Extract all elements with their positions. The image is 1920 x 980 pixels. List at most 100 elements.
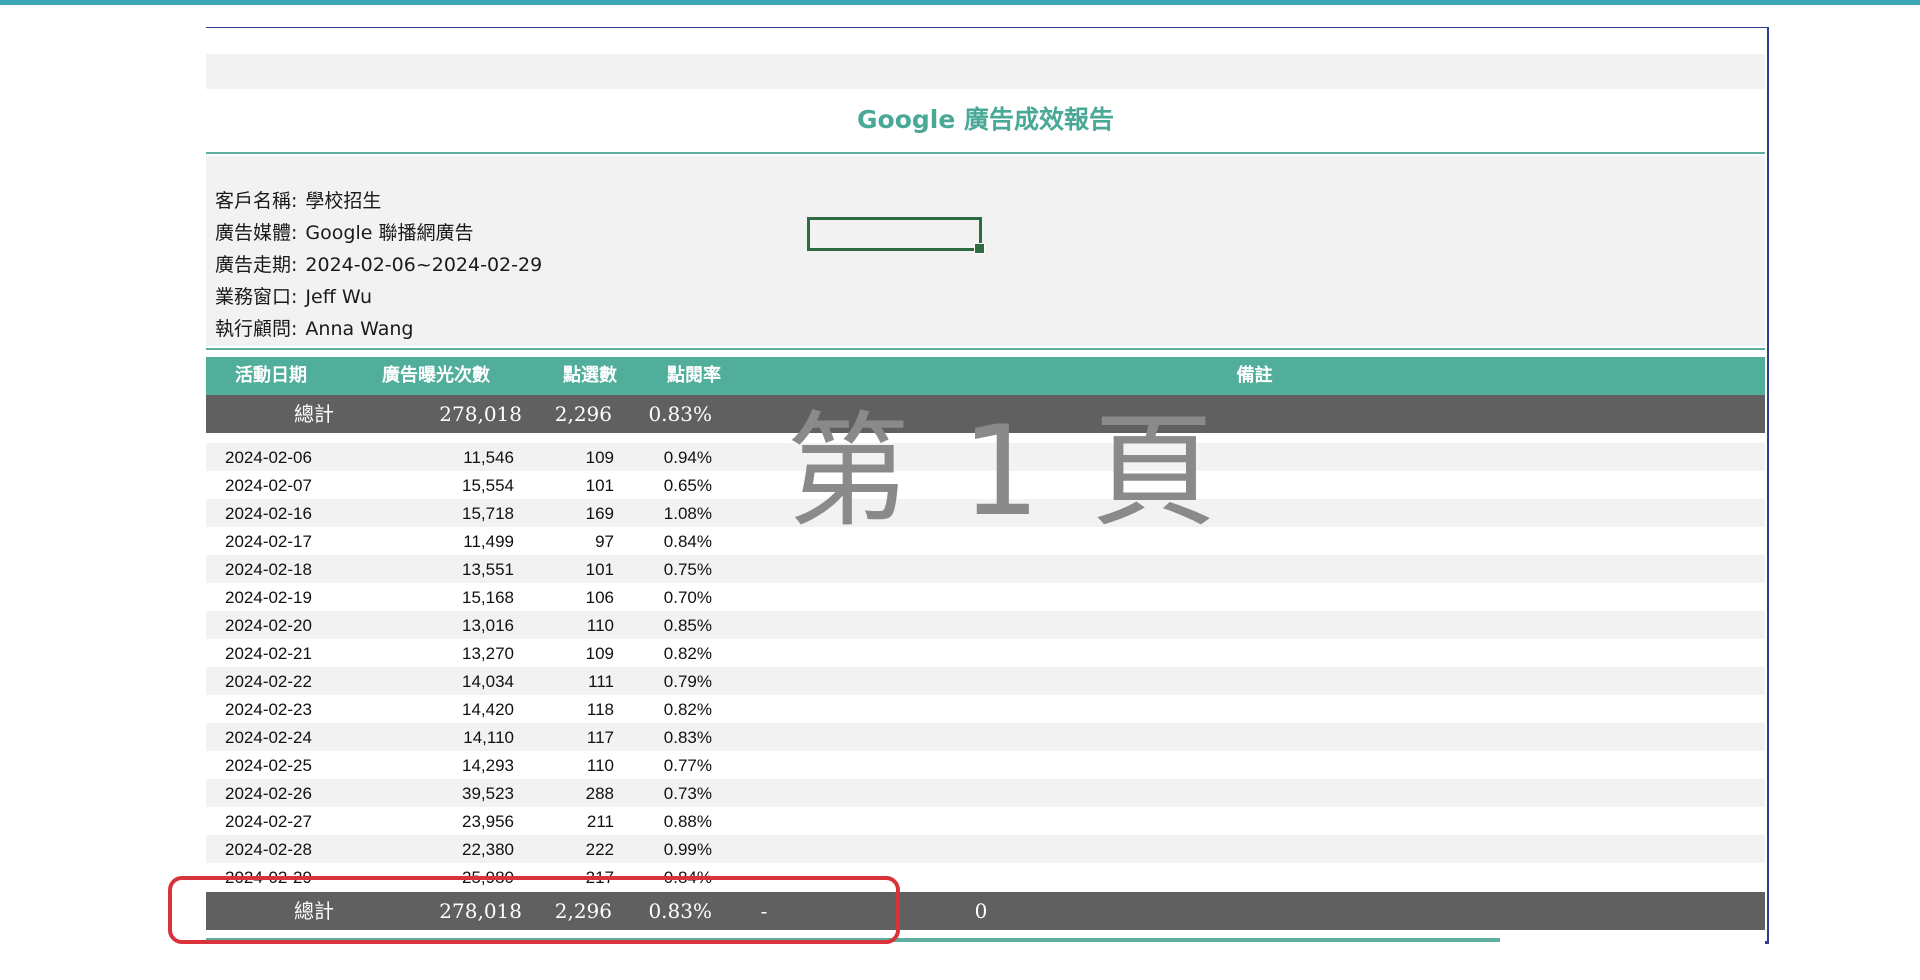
table-row[interactable]: 2024-02-20 13,016 110 0.85%	[206, 611, 1765, 639]
cell-ctr[interactable]: 0.79%	[614, 667, 712, 695]
cell-clicks[interactable]: 211	[514, 807, 614, 835]
table-row[interactable]: 2024-02-26 39,523 288 0.73%	[206, 779, 1765, 807]
cell-impressions[interactable]: 39,523	[346, 779, 514, 807]
header-clicks[interactable]: 點選數	[536, 357, 644, 395]
cell-ctr[interactable]: 0.73%	[614, 779, 712, 807]
table-row[interactable]: 2024-02-19 15,168 106 0.70%	[206, 583, 1765, 611]
cell-impressions[interactable]: 23,956	[346, 807, 514, 835]
total-clicks[interactable]: 2,296	[522, 395, 612, 433]
total-label[interactable]: 總計	[206, 395, 422, 433]
cell-date[interactable]: 2024-02-19	[225, 583, 345, 611]
cell-date[interactable]: 2024-02-26	[225, 779, 345, 807]
cell-date[interactable]: 2024-02-27	[225, 807, 345, 835]
cell-clicks[interactable]: 110	[514, 751, 614, 779]
info-value: Google 聯播網廣告	[305, 222, 474, 244]
table-row[interactable]: 2024-02-27 23,956 211 0.88%	[206, 807, 1765, 835]
cell-date[interactable]: 2024-02-22	[225, 667, 345, 695]
info-divider	[206, 348, 1765, 350]
total-impressions[interactable]: 278,018	[422, 395, 522, 433]
header-impressions[interactable]: 廣告曝光次數	[336, 357, 536, 395]
cell-ctr[interactable]: 0.75%	[614, 555, 712, 583]
blank-grey-band	[206, 54, 1765, 89]
cell-ctr[interactable]: 0.77%	[614, 751, 712, 779]
cell-ctr[interactable]: 0.70%	[614, 583, 712, 611]
cell-ctr[interactable]: 0.65%	[614, 471, 712, 499]
info-value: 學校招生	[305, 190, 382, 212]
cell-clicks[interactable]: 106	[514, 583, 614, 611]
cell-ctr[interactable]: 0.88%	[614, 807, 712, 835]
cell-date[interactable]: 2024-02-17	[225, 527, 345, 555]
cell-impressions[interactable]: 11,546	[346, 443, 514, 471]
cell-impressions[interactable]: 11,499	[346, 527, 514, 555]
header-date[interactable]: 活動日期	[206, 357, 336, 395]
cell-impressions[interactable]: 14,420	[346, 695, 514, 723]
cell-ctr[interactable]: 0.94%	[614, 443, 712, 471]
cell-ctr[interactable]: 0.84%	[614, 527, 712, 555]
cell-date[interactable]: 2024-02-20	[225, 611, 345, 639]
cell-impressions[interactable]: 14,034	[346, 667, 514, 695]
info-key: 廣告走期:	[215, 254, 298, 276]
cell-impressions[interactable]: 22,380	[346, 835, 514, 863]
title-divider	[206, 152, 1765, 154]
cell-impressions[interactable]: 13,016	[346, 611, 514, 639]
selected-cell[interactable]	[807, 217, 985, 254]
highlight-box	[168, 876, 900, 944]
cell-date[interactable]: 2024-02-16	[225, 499, 345, 527]
cell-date[interactable]: 2024-02-21	[225, 639, 345, 667]
cell-clicks[interactable]: 111	[514, 667, 614, 695]
info-row-period[interactable]: 廣告走期: 2024-02-06~2024-02-29	[215, 250, 542, 277]
info-row-media[interactable]: 廣告媒體: Google 聯播網廣告	[215, 218, 473, 245]
cell-impressions[interactable]: 15,554	[346, 471, 514, 499]
table-row[interactable]: 2024-02-18 13,551 101 0.75%	[206, 555, 1765, 583]
header-ctr[interactable]: 點閱率	[644, 357, 744, 395]
cell-ctr[interactable]: 0.82%	[614, 639, 712, 667]
cell-clicks[interactable]: 288	[514, 779, 614, 807]
cell-clicks[interactable]: 169	[514, 499, 614, 527]
cell-impressions[interactable]: 14,110	[346, 723, 514, 751]
cell-impressions[interactable]: 15,718	[346, 499, 514, 527]
cell-date[interactable]: 2024-02-18	[225, 555, 345, 583]
info-row-client[interactable]: 客戶名稱: 學校招生	[215, 186, 381, 213]
table-row[interactable]: 2024-02-22 14,034 111 0.79%	[206, 667, 1765, 695]
header-notes[interactable]: 備註	[744, 357, 1765, 395]
cell-date[interactable]: 2024-02-23	[225, 695, 345, 723]
client-info-block: 客戶名稱: 學校招生 廣告媒體: Google 聯播網廣告 廣告走期: 2024-02…	[206, 156, 1765, 346]
cell-date[interactable]: 2024-02-28	[225, 835, 345, 863]
table-row[interactable]: 2024-02-21 13,270 109 0.82%	[206, 639, 1765, 667]
spreadsheet-page[interactable]: Google 廣告成效報告 客戶名稱: 學校招生 廣告媒體: Google 聯播網廣…	[206, 28, 1767, 941]
cell-ctr[interactable]: 0.82%	[614, 695, 712, 723]
table-row[interactable]: 2024-02-28 22,380 222 0.99%	[206, 835, 1765, 863]
cell-clicks[interactable]: 97	[514, 527, 614, 555]
info-row-sales-contact[interactable]: 業務窗口: Jeff Wu	[215, 282, 372, 309]
cell-clicks[interactable]: 101	[514, 555, 614, 583]
cell-clicks[interactable]: 109	[514, 443, 614, 471]
cell-impressions[interactable]: 13,270	[346, 639, 514, 667]
table-row[interactable]: 2024-02-24 14,110 117 0.83%	[206, 723, 1765, 751]
cell-impressions[interactable]: 13,551	[346, 555, 514, 583]
cell-date[interactable]: 2024-02-06	[225, 443, 345, 471]
info-key: 執行顧問:	[215, 318, 298, 340]
cell-clicks[interactable]: 109	[514, 639, 614, 667]
cell-impressions[interactable]: 15,168	[346, 583, 514, 611]
cell-date[interactable]: 2024-02-24	[225, 723, 345, 751]
total-ctr[interactable]: 0.83%	[612, 395, 712, 433]
cell-ctr[interactable]: 0.85%	[614, 611, 712, 639]
cell-clicks[interactable]: 110	[514, 611, 614, 639]
cell-ctr[interactable]: 1.08%	[614, 499, 712, 527]
info-value: 2024-02-06~2024-02-29	[305, 254, 543, 276]
report-title: Google 廣告成效報告	[857, 105, 1114, 134]
fill-handle[interactable]	[974, 243, 985, 254]
cell-date[interactable]: 2024-02-07	[225, 471, 345, 499]
cell-ctr[interactable]: 0.99%	[614, 835, 712, 863]
cell-clicks[interactable]: 222	[514, 835, 614, 863]
cell-clicks[interactable]: 101	[514, 471, 614, 499]
cell-date[interactable]: 2024-02-25	[225, 751, 345, 779]
table-row[interactable]: 2024-02-23 14,420 118 0.82%	[206, 695, 1765, 723]
cell-clicks[interactable]: 117	[514, 723, 614, 751]
table-row[interactable]: 2024-02-25 14,293 110 0.77%	[206, 751, 1765, 779]
cell-ctr[interactable]: 0.83%	[614, 723, 712, 751]
info-row-consultant[interactable]: 執行顧問: Anna Wang	[215, 314, 414, 341]
total-zero[interactable]: 0	[966, 892, 996, 930]
cell-impressions[interactable]: 14,293	[346, 751, 514, 779]
cell-clicks[interactable]: 118	[514, 695, 614, 723]
